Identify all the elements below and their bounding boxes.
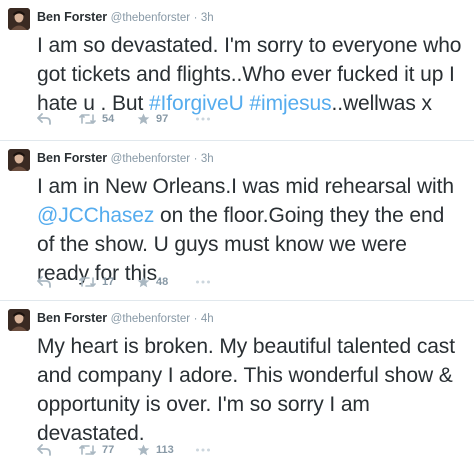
retweet-button[interactable]: 17 — [79, 276, 114, 288]
timestamp[interactable]: 3h — [201, 153, 214, 165]
more-button[interactable] — [195, 113, 211, 125]
retweet-count: 17 — [102, 276, 115, 288]
reply-button[interactable] — [37, 113, 51, 125]
separator: · — [193, 313, 198, 325]
favorite-count: 97 — [156, 113, 169, 125]
separator: · — [193, 12, 198, 24]
tweet-header: Ben Forster @thebenforster · 3h — [37, 9, 214, 26]
star-icon — [137, 276, 150, 288]
retweet-count: 77 — [102, 444, 115, 456]
reply-icon — [37, 276, 51, 288]
hashtag-link[interactable]: #IforgiveU — [149, 92, 244, 115]
retweet-button[interactable]: 77 — [79, 444, 114, 456]
reply-button[interactable] — [37, 276, 51, 288]
favorite-count: 113 — [156, 444, 174, 456]
author-name[interactable]: Ben Forster — [37, 151, 107, 165]
retweet-icon — [79, 444, 96, 456]
tweet[interactable]: Ben Forster @thebenforster · 4h My heart… — [0, 301, 474, 469]
tweet-text: My heart is broken. My beautiful talente… — [37, 335, 455, 445]
favorite-button[interactable]: 97 — [137, 113, 168, 125]
star-icon — [137, 444, 150, 456]
timestamp[interactable]: 4h — [201, 313, 214, 325]
avatar[interactable] — [8, 309, 30, 331]
more-icon — [195, 444, 211, 456]
favorite-count: 48 — [156, 276, 169, 288]
author-name[interactable]: Ben Forster — [37, 311, 107, 325]
star-icon — [137, 113, 150, 125]
retweet-count: 54 — [102, 113, 115, 125]
retweet-button[interactable]: 54 — [79, 113, 114, 125]
timestamp[interactable]: 3h — [201, 12, 214, 24]
tweet[interactable]: Ben Forster @thebenforster · 3h I am in … — [0, 141, 474, 301]
retweet-icon — [79, 276, 96, 288]
tweet-header: Ben Forster @thebenforster · 4h — [37, 310, 214, 327]
favorite-button[interactable]: 113 — [137, 444, 174, 456]
author-handle[interactable]: @thebenforster — [111, 313, 190, 325]
avatar[interactable] — [8, 149, 30, 171]
favorite-button[interactable]: 48 — [137, 276, 168, 288]
hashtag-link[interactable]: #imjesus — [249, 92, 331, 115]
tweet-timeline: Ben Forster @thebenforster · 3h I am so … — [0, 0, 474, 469]
tweet-text-part: I am in New Orleans.I was mid rehearsal … — [37, 175, 454, 198]
reply-icon — [37, 113, 51, 125]
more-icon — [195, 276, 211, 288]
tweet-header: Ben Forster @thebenforster · 3h — [37, 150, 214, 167]
author-handle[interactable]: @thebenforster — [111, 12, 190, 24]
avatar[interactable] — [8, 8, 30, 30]
tweet[interactable]: Ben Forster @thebenforster · 3h I am so … — [0, 0, 474, 141]
retweet-icon — [79, 113, 96, 125]
reply-icon — [37, 444, 51, 456]
more-button[interactable] — [195, 444, 211, 456]
author-name[interactable]: Ben Forster — [37, 10, 107, 24]
reply-button[interactable] — [37, 444, 51, 456]
author-handle[interactable]: @thebenforster — [111, 153, 190, 165]
tweet-text: I am in New Orleans.I was mid rehearsal … — [37, 172, 464, 288]
tweet-text: I am so devastated. I'm sorry to everyon… — [37, 31, 464, 118]
mention-link[interactable]: @JCChasez — [37, 204, 154, 227]
more-icon — [195, 113, 211, 125]
separator: · — [193, 153, 198, 165]
more-button[interactable] — [195, 276, 211, 288]
tweet-text-part: ..wellwas x — [331, 92, 432, 115]
